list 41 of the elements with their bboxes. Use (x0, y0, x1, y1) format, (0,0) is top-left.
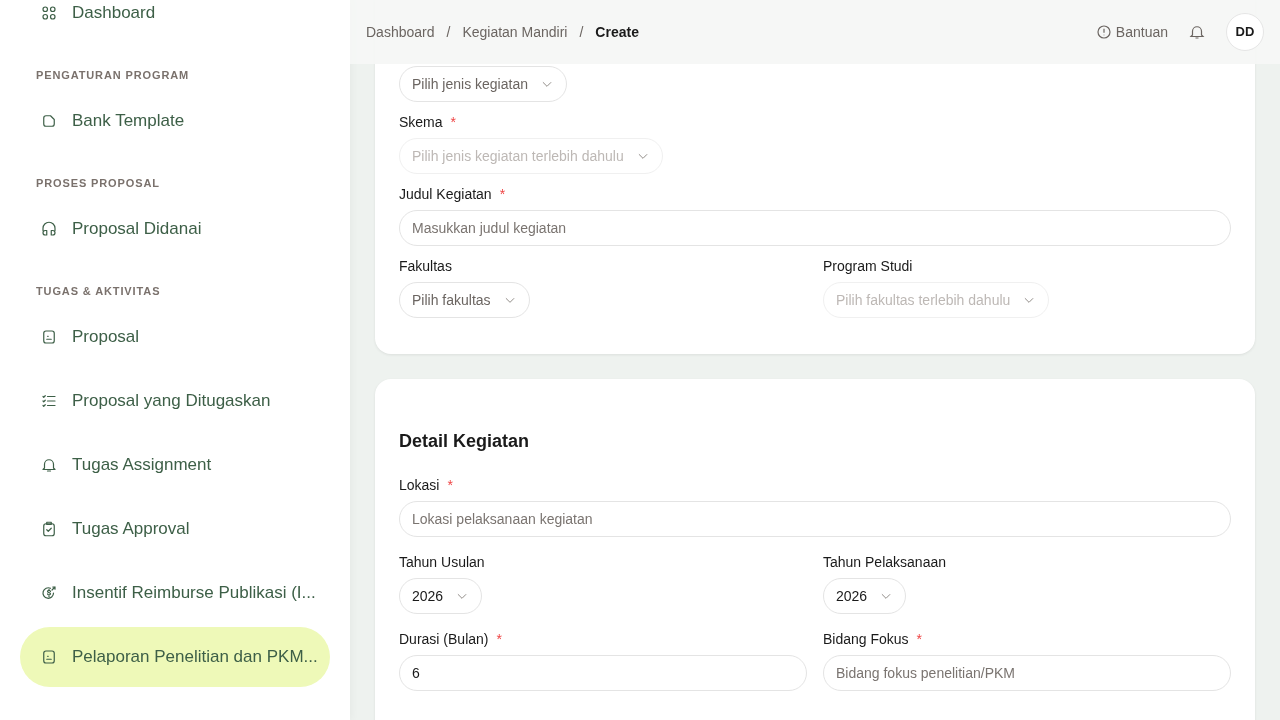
field-label: Tahun Pelaksanaan (823, 554, 946, 571)
info-icon (1095, 24, 1112, 40)
breadcrumb-separator: / (446, 22, 451, 42)
input-field[interactable]: 6 (399, 655, 807, 691)
field-label: Lokasi (399, 477, 440, 494)
required-mark: * (447, 477, 453, 494)
user-avatar[interactable]: DD (1226, 13, 1264, 51)
section-title: Detail Kegiatan (399, 430, 531, 453)
field-label: Program Studi (823, 258, 913, 275)
breadcrumb-separator: / (579, 22, 584, 42)
field-label: Fakultas (399, 258, 452, 275)
clipboard-check-icon (40, 520, 58, 538)
breadcrumb-link[interactable]: Dashboard (366, 21, 435, 43)
field-label: Judul Kegiatan (399, 186, 492, 203)
checklist-icon (40, 392, 58, 410)
document-icon (40, 648, 58, 666)
document-icon (40, 112, 58, 130)
section-heading: TUGAS & AKTIVITAS (36, 284, 162, 298)
breadcrumb-link[interactable]: Kegiatan Mandiri (462, 21, 568, 43)
field-label: Tahun Usulan (399, 554, 485, 571)
breadcrumb-link[interactable]: Create (595, 21, 639, 43)
required-mark: * (496, 631, 502, 648)
section-heading: PROSES PROPOSAL (36, 176, 161, 190)
headset-icon (40, 220, 58, 238)
document-icon (40, 328, 58, 346)
help-button[interactable]: Bantuan (1095, 21, 1168, 43)
grid-icon (40, 4, 58, 22)
field-label: Durasi (Bulan) (399, 631, 489, 648)
input-field[interactable]: Masukkan judul kegiatan (399, 210, 1231, 246)
input-field[interactable]: Bidang fokus penelitian/PKM (823, 655, 1231, 691)
field-label: Bidang Fokus (823, 631, 909, 648)
field-label: Skema (399, 114, 443, 131)
dollar-icon (40, 584, 58, 602)
bell-icon (40, 456, 58, 474)
sidebar-item[interactable]: Pelaporan Penelitian dan PKM... (20, 627, 330, 687)
bell-icon[interactable] (1188, 23, 1206, 41)
required-mark: * (450, 114, 457, 131)
required-mark: * (499, 186, 506, 203)
input-field[interactable]: Lokasi pelaksanaan kegiatan (399, 501, 1231, 537)
section-heading: PENGATURAN PROGRAM (36, 68, 191, 82)
required-mark: * (916, 631, 923, 648)
